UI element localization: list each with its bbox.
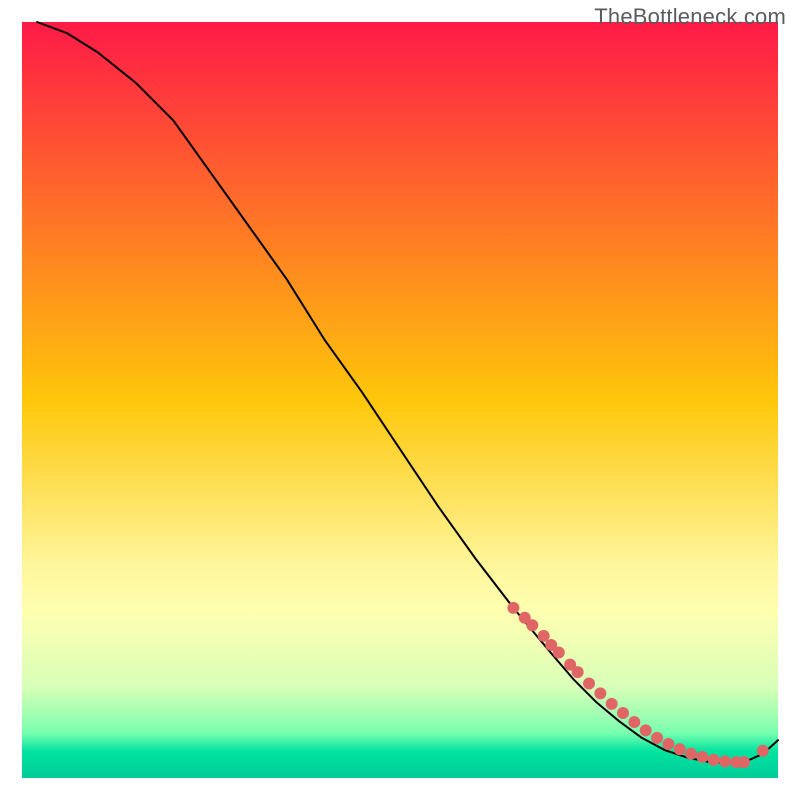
dot [572,666,584,678]
dot [674,743,686,755]
dot [685,748,697,760]
dot [651,732,663,744]
dot [583,678,595,690]
dot [640,724,652,736]
dot [526,619,538,631]
dot [757,745,769,757]
dot [628,716,640,728]
dot [738,756,750,768]
dot [594,687,606,699]
dot [606,698,618,710]
dot [708,754,720,766]
dot [696,751,708,763]
dot [553,647,565,659]
chart-stage: TheBottleneck.com [0,0,800,800]
dot [507,602,519,614]
plot-background [22,22,778,778]
chart-svg [0,0,800,800]
dot [719,755,731,767]
dot [662,738,674,750]
dot [617,707,629,719]
